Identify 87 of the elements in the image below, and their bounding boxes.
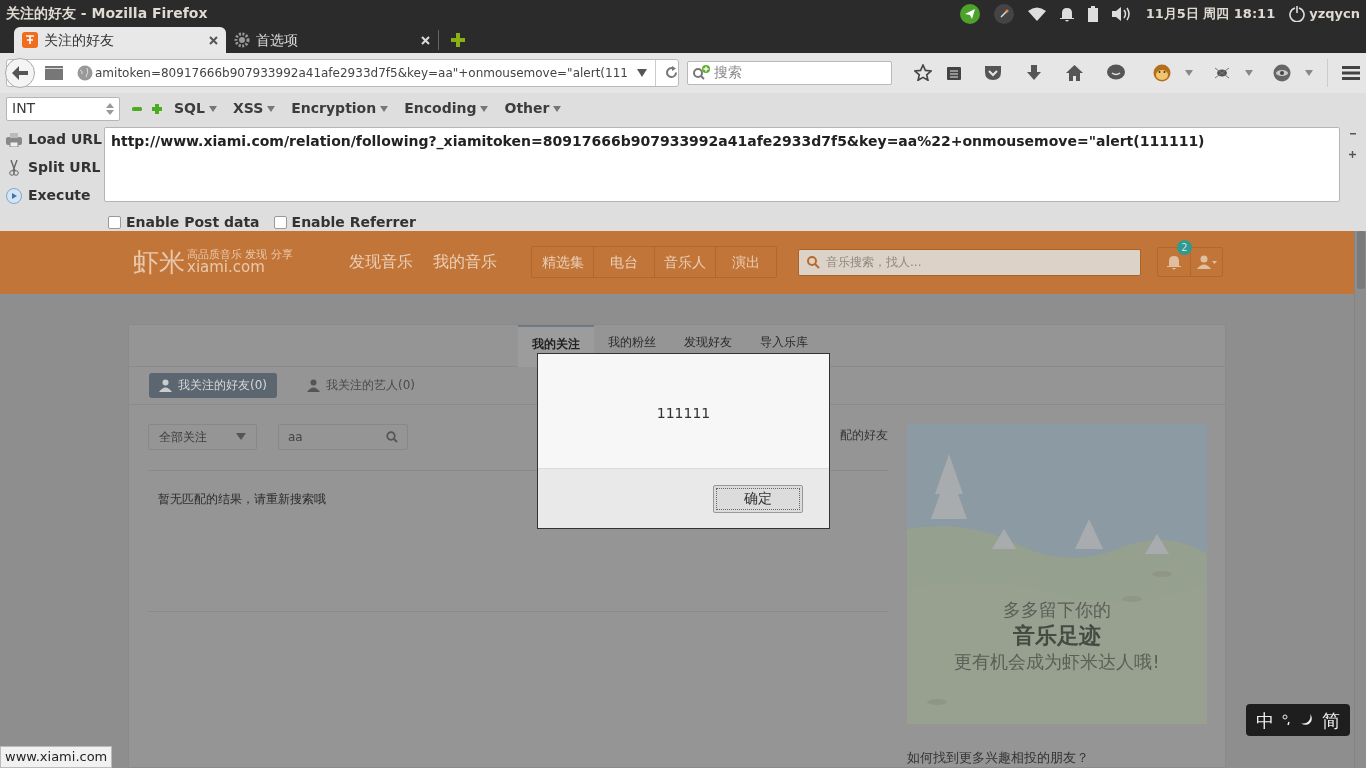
paper-plane-icon[interactable] <box>959 3 980 24</box>
filter-select[interactable]: 全部关注 <box>148 423 257 450</box>
home-icon[interactable] <box>1066 64 1083 81</box>
wifi-icon[interactable] <box>1027 6 1046 21</box>
eye-globe-icon[interactable] <box>1273 63 1291 82</box>
promo-line: 更有机会成为虾米达人哦! <box>954 650 1160 673</box>
logo-domain: xiami.com <box>187 260 266 275</box>
caret-icon <box>480 105 489 112</box>
search-icon <box>386 430 398 443</box>
browser-tab[interactable]: 关注的好友 <box>14 27 226 54</box>
empty-message: 暂无匹配的结果，请重新搜索哦 <box>158 490 326 508</box>
url-textarea[interactable]: http://www.xiami.com/relation/following?_xiamitoken=80917666b907933992a41afe2933d7f5&key=aa%22+onmousemove="alert(111111) <box>104 126 1340 202</box>
scissors-icon <box>6 159 22 176</box>
bug-icon[interactable] <box>1213 65 1231 80</box>
action-button[interactable]: Split URL <box>28 157 101 178</box>
battery-icon[interactable] <box>1087 5 1098 22</box>
printer-icon <box>6 132 22 147</box>
action-button[interactable]: Execute <box>28 185 91 206</box>
play-icon <box>6 187 22 204</box>
back-arrow-icon <box>12 65 28 80</box>
logo-tagline: 高品质音乐 发现 分享 <box>187 249 293 260</box>
caret-icon <box>208 105 217 112</box>
chat-icon[interactable] <box>1107 64 1125 82</box>
person-icon <box>307 378 320 392</box>
checkbox-label: Enable Post data <box>126 212 260 232</box>
ok-button[interactable]: 确定 <box>713 484 803 513</box>
menu-button[interactable]: XSS <box>232 98 276 119</box>
status-bar: www.xiami.com <box>0 746 113 768</box>
back-button[interactable] <box>5 57 35 88</box>
promo-headline: 音乐足迹 <box>1013 621 1101 650</box>
tab-label: 关注的好友 <box>44 30 114 50</box>
dropdown-icon[interactable] <box>636 68 647 77</box>
tab-label: 首选项 <box>256 30 298 50</box>
minus-icon[interactable] <box>1349 130 1356 137</box>
menu-icon[interactable] <box>1342 65 1360 80</box>
menu-button[interactable]: Other <box>504 98 562 119</box>
moon-icon[interactable] <box>1300 713 1314 727</box>
window-title: 关注的好友 - Mozilla Firefox <box>6 4 208 24</box>
reload-icon[interactable] <box>664 66 678 80</box>
clock-text[interactable]: 11月5日 周四 18:11 <box>1145 3 1276 24</box>
input-method-panel[interactable]: 中 简 <box>1246 704 1350 736</box>
person-icon <box>159 378 172 392</box>
menu-button[interactable]: SQL <box>174 98 217 119</box>
gear-icon <box>234 32 250 49</box>
monkey-icon[interactable] <box>1153 63 1171 82</box>
menu-button[interactable]: Encoding <box>404 98 489 119</box>
checkbox[interactable] <box>273 215 287 229</box>
notification-badge: 2 <box>1177 240 1192 255</box>
search-field[interactable]: 搜索 <box>686 60 892 85</box>
punctuation-icon[interactable] <box>1282 714 1292 726</box>
power-icon[interactable] <box>1289 5 1306 22</box>
star-icon[interactable] <box>914 64 932 82</box>
globe-icon <box>77 64 93 81</box>
checkbox[interactable] <box>108 215 121 229</box>
caret-icon <box>267 105 276 112</box>
caret-icon <box>380 105 389 112</box>
plus-icon[interactable] <box>1349 150 1356 158</box>
promo-line: 多多留下你的 <box>1003 598 1111 621</box>
pocket-icon[interactable] <box>984 64 1002 81</box>
input-mode[interactable]: 中 <box>1256 706 1274 734</box>
caret-icon <box>236 433 246 440</box>
alert-message: 111111 <box>656 404 711 421</box>
help-link[interactable]: 如何找到更多兴趣相投的朋友？ <box>907 747 1207 767</box>
close-icon[interactable] <box>209 35 218 45</box>
user-name[interactable]: yzqycn <box>1309 3 1360 24</box>
new-tab-icon[interactable] <box>451 33 465 48</box>
bell-icon[interactable] <box>1059 5 1074 22</box>
type-select[interactable]: INT <box>6 96 120 121</box>
caret-icon <box>553 105 562 112</box>
page-icon[interactable] <box>45 65 63 80</box>
search-icon <box>691 64 712 81</box>
content-tab[interactable]: 我的粉丝 <box>594 324 670 367</box>
scrollbar[interactable] <box>1354 230 1366 768</box>
menu-button[interactable]: Encryption <box>291 98 389 119</box>
search-icon <box>807 255 820 269</box>
checkbox-label: Enable Referrer <box>291 212 416 232</box>
sub-tab[interactable]: 我关注的好友(0) <box>149 372 277 398</box>
script-mode[interactable]: 简 <box>1322 706 1340 734</box>
browser-tab[interactable]: 首选项 <box>226 27 438 54</box>
download-icon[interactable] <box>1026 64 1042 81</box>
result-note: 配的好友 <box>840 426 888 444</box>
content-tab[interactable]: 发现好友 <box>670 324 746 367</box>
reading-list-icon[interactable] <box>946 64 962 81</box>
spinner-icon <box>106 102 114 115</box>
action-button[interactable]: Load URL <box>28 129 102 150</box>
volume-icon[interactable] <box>1111 5 1132 22</box>
content-tab[interactable]: 导入乐库 <box>746 324 822 367</box>
